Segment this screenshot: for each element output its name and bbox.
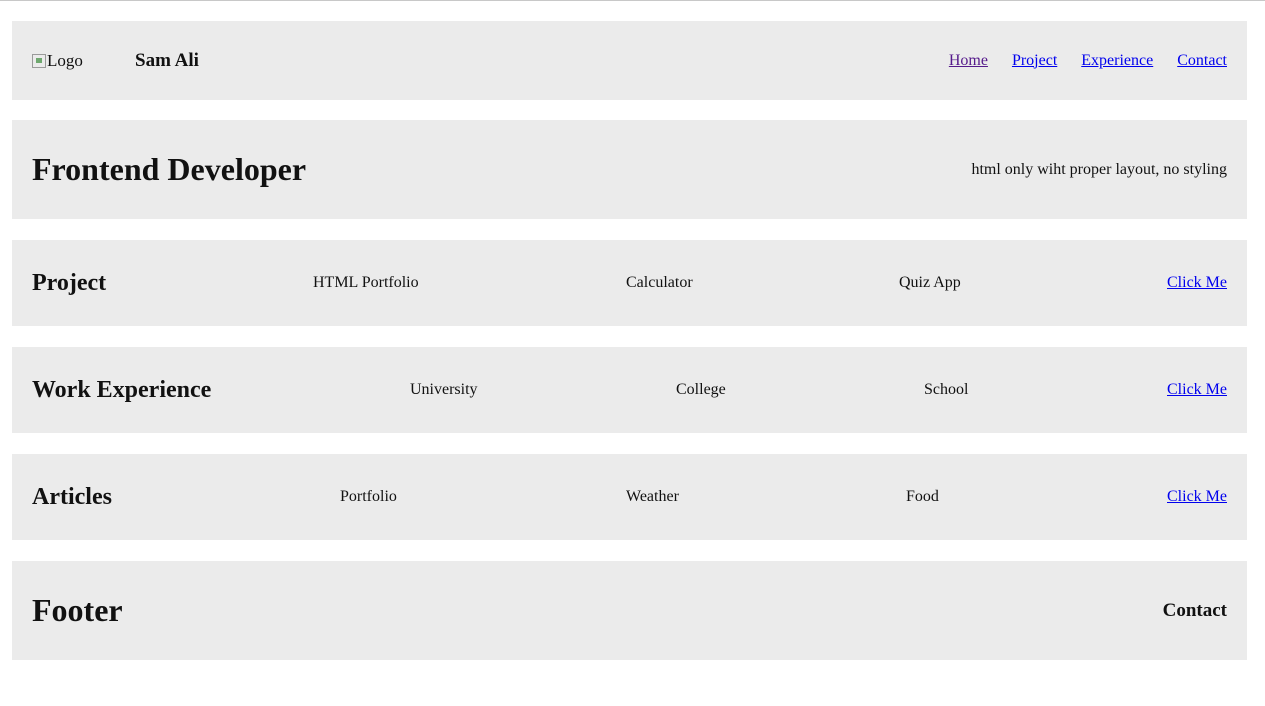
experience-item: School (924, 381, 969, 398)
experience-section: Work Experience University College Schoo… (12, 347, 1247, 433)
hero-title: Frontend Developer (32, 151, 307, 187)
experience-item: University (410, 381, 478, 398)
site-footer: Footer Contact (12, 561, 1247, 660)
hero-section: Frontend Developer html only wiht proper… (12, 120, 1247, 219)
site-header: Logo Sam Ali Home Project Experience Con… (12, 21, 1247, 100)
articles-title: Articles (32, 483, 112, 510)
broken-image-icon (32, 53, 46, 68)
footer-contact: Contact (1162, 599, 1227, 621)
experience-item: College (676, 381, 726, 398)
logo-alt-text: Logo (47, 50, 83, 70)
projects-section: Project HTML Portfolio Calculator Quiz A… (12, 240, 1247, 326)
project-item: HTML Portfolio (313, 274, 419, 291)
hero-note: html only wiht proper layout, no styling (971, 160, 1227, 178)
experience-title: Work Experience (32, 376, 212, 403)
projects-title: Project (32, 269, 107, 296)
logo-image: Logo (32, 51, 135, 71)
article-item: Portfolio (340, 488, 397, 505)
experience-click-link[interactable]: Click Me (1167, 381, 1227, 399)
nav-link-contact[interactable]: Contact (1177, 52, 1227, 69)
brand-name: Sam Ali (135, 49, 199, 71)
top-border (0, 0, 1265, 1)
project-item: Calculator (626, 274, 693, 291)
article-item: Weather (626, 488, 679, 505)
project-item: Quiz App (899, 274, 961, 291)
nav-link-project[interactable]: Project (1012, 52, 1057, 69)
main-nav: Home Project Experience Contact (949, 52, 1227, 70)
footer-title: Footer (32, 592, 123, 628)
nav-link-home[interactable]: Home (949, 52, 988, 69)
nav-link-experience[interactable]: Experience (1081, 52, 1153, 69)
projects-click-link[interactable]: Click Me (1167, 274, 1227, 292)
articles-section: Articles Portfolio Weather Food Click Me (12, 454, 1247, 540)
articles-click-link[interactable]: Click Me (1167, 488, 1227, 506)
article-item: Food (906, 488, 939, 505)
